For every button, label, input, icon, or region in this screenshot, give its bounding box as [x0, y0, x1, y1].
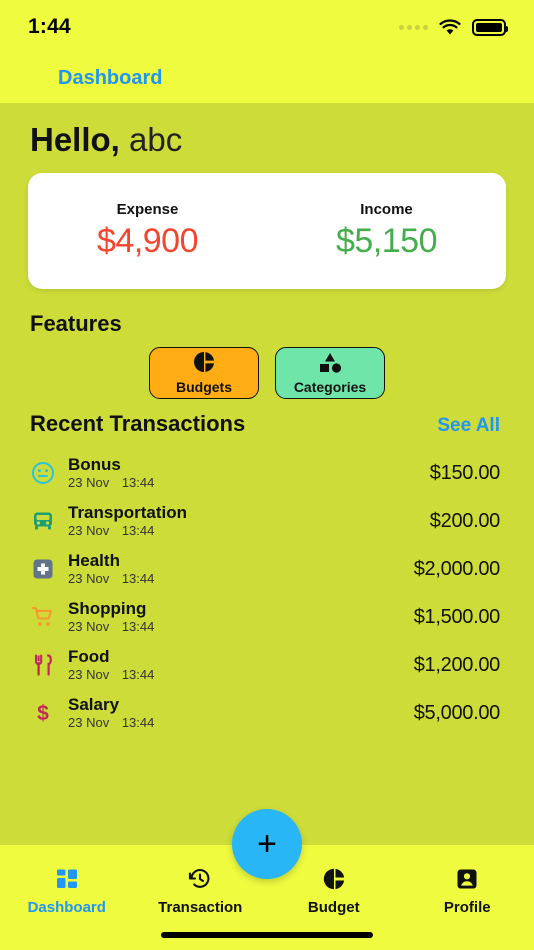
tab-budget[interactable]: Budget: [267, 867, 401, 916]
pie-chart-icon: [193, 351, 215, 378]
transaction-info: Shopping 23 Nov 13:44: [60, 598, 414, 634]
transaction-date: 23 Nov: [68, 667, 110, 683]
transaction-date: 23 Nov: [68, 475, 110, 491]
tab-label: Profile: [443, 899, 491, 916]
cutlery-icon: [26, 648, 60, 682]
smiley-face-icon: [26, 456, 60, 490]
transaction-time: 13:44: [121, 619, 155, 635]
transaction-time: 13:44: [121, 715, 155, 731]
transaction-title: Food: [68, 646, 110, 666]
tab-transaction[interactable]: Transaction: [134, 867, 268, 916]
features-header: Features: [0, 289, 534, 337]
transaction-title: Shopping: [68, 598, 147, 618]
greeting-prefix: Hello,: [30, 121, 120, 158]
transaction-amount: $150.00: [429, 461, 501, 484]
shopping-cart-icon: [26, 600, 60, 634]
tab-label: Budget: [307, 899, 360, 916]
transaction-datetime: 23 Nov 13:44: [68, 619, 414, 634]
wifi-icon: [439, 18, 461, 36]
tab-label: Transaction: [158, 899, 243, 916]
bus-icon: [26, 504, 60, 538]
transaction-amount: $200.00: [429, 509, 501, 532]
transaction-row[interactable]: $ Salary 23 Nov 13:44 $5,000.00: [0, 689, 534, 737]
transaction-datetime: 23 Nov 13:44: [68, 715, 414, 730]
expense-value: $4,900: [97, 222, 199, 260]
greeting-name: abc: [129, 121, 183, 158]
transaction-info: Transportation 23 Nov 13:44: [60, 502, 430, 538]
transaction-row[interactable]: Shopping 23 Nov 13:44 $1,500.00: [0, 593, 534, 641]
transaction-row[interactable]: Transportation 23 Nov 13:44 $200.00: [0, 497, 534, 545]
transaction-row[interactable]: Health 23 Nov 13:44 $2,000.00: [0, 545, 534, 593]
transaction-date: 23 Nov: [68, 619, 110, 635]
medical-cross-icon: [26, 552, 60, 586]
transaction-info: Salary 23 Nov 13:44: [60, 694, 414, 730]
transaction-time: 13:44: [121, 571, 155, 587]
budgets-label: Budgets: [176, 379, 232, 395]
expense-label: Expense: [116, 201, 179, 218]
see-all-link[interactable]: See All: [437, 415, 500, 437]
transaction-row[interactable]: Bonus 23 Nov 13:44 $150.00: [0, 449, 534, 497]
transaction-time: 13:44: [121, 667, 155, 683]
navigation-bar: Dashboard: [0, 54, 534, 103]
features-row: Budgets Categories: [0, 347, 534, 399]
income-label: Income: [360, 201, 413, 218]
transaction-datetime: 23 Nov 13:44: [68, 571, 414, 586]
transaction-date: 23 Nov: [68, 571, 110, 587]
transaction-title: Health: [68, 550, 120, 570]
home-indicator: [161, 932, 373, 938]
transaction-date: 23 Nov: [68, 715, 110, 731]
status-indicators: [399, 18, 508, 36]
transaction-time: 13:44: [121, 523, 155, 539]
shapes-icon: [316, 352, 344, 378]
status-time: 1:44: [28, 15, 71, 38]
status-bar: 1:44: [0, 0, 534, 54]
dollar-sign-icon: $: [26, 696, 60, 730]
transaction-info: Bonus 23 Nov 13:44: [60, 454, 430, 490]
transaction-list: Bonus 23 Nov 13:44 $150.00 Transportatio…: [0, 449, 534, 737]
tab-profile[interactable]: Profile: [401, 867, 534, 916]
features-title: Features: [30, 311, 122, 336]
greeting: Hello, abc: [0, 103, 534, 159]
income-value: $5,150: [336, 222, 438, 260]
page-title: Dashboard: [58, 67, 163, 89]
person-icon: [455, 867, 479, 896]
expense-block: Expense $4,900: [28, 201, 267, 261]
transaction-amount: $1,200.00: [413, 653, 501, 676]
add-transaction-button[interactable]: +: [232, 809, 302, 879]
grid-icon: [55, 867, 79, 896]
pie-chart-icon: [322, 867, 346, 896]
tab-dashboard[interactable]: Dashboard: [0, 867, 134, 916]
transaction-title: Salary: [68, 694, 120, 714]
transaction-amount: $2,000.00: [413, 557, 501, 580]
categories-button[interactable]: Categories: [275, 347, 385, 399]
transaction-amount: $5,000.00: [413, 701, 501, 724]
transaction-datetime: 23 Nov 13:44: [68, 667, 414, 682]
transaction-time: 13:44: [121, 475, 155, 491]
income-block: Income $5,150: [267, 201, 506, 261]
battery-full-icon: [472, 18, 508, 36]
transaction-info: Food 23 Nov 13:44: [60, 646, 414, 682]
recent-transactions-title: Recent Transactions: [30, 411, 246, 436]
svg-text:$: $: [37, 702, 49, 725]
history-icon: [188, 867, 212, 896]
transaction-datetime: 23 Nov 13:44: [68, 475, 430, 490]
categories-label: Categories: [293, 378, 367, 395]
tab-label: Dashboard: [27, 899, 106, 916]
transaction-datetime: 23 Nov 13:44: [68, 523, 430, 538]
transaction-date: 23 Nov: [68, 523, 110, 539]
transaction-info: Health 23 Nov 13:44: [60, 550, 414, 586]
transaction-row[interactable]: Food 23 Nov 13:44 $1,200.00: [0, 641, 534, 689]
app-screen: 1:44 Dashboard Hello, abc Expense $4,900…: [0, 0, 534, 950]
signal-dots-icon: [399, 24, 428, 30]
main-content: Hello, abc Expense $4,900 Income $5,150 …: [0, 103, 534, 845]
plus-icon: +: [257, 825, 277, 863]
transaction-title: Transportation: [68, 502, 188, 522]
balance-card: Expense $4,900 Income $5,150: [28, 173, 506, 289]
transaction-amount: $1,500.00: [413, 605, 501, 628]
recent-transactions-header: Recent Transactions See All: [0, 399, 534, 437]
budgets-button[interactable]: Budgets: [149, 347, 259, 399]
transaction-title: Bonus: [68, 454, 121, 474]
